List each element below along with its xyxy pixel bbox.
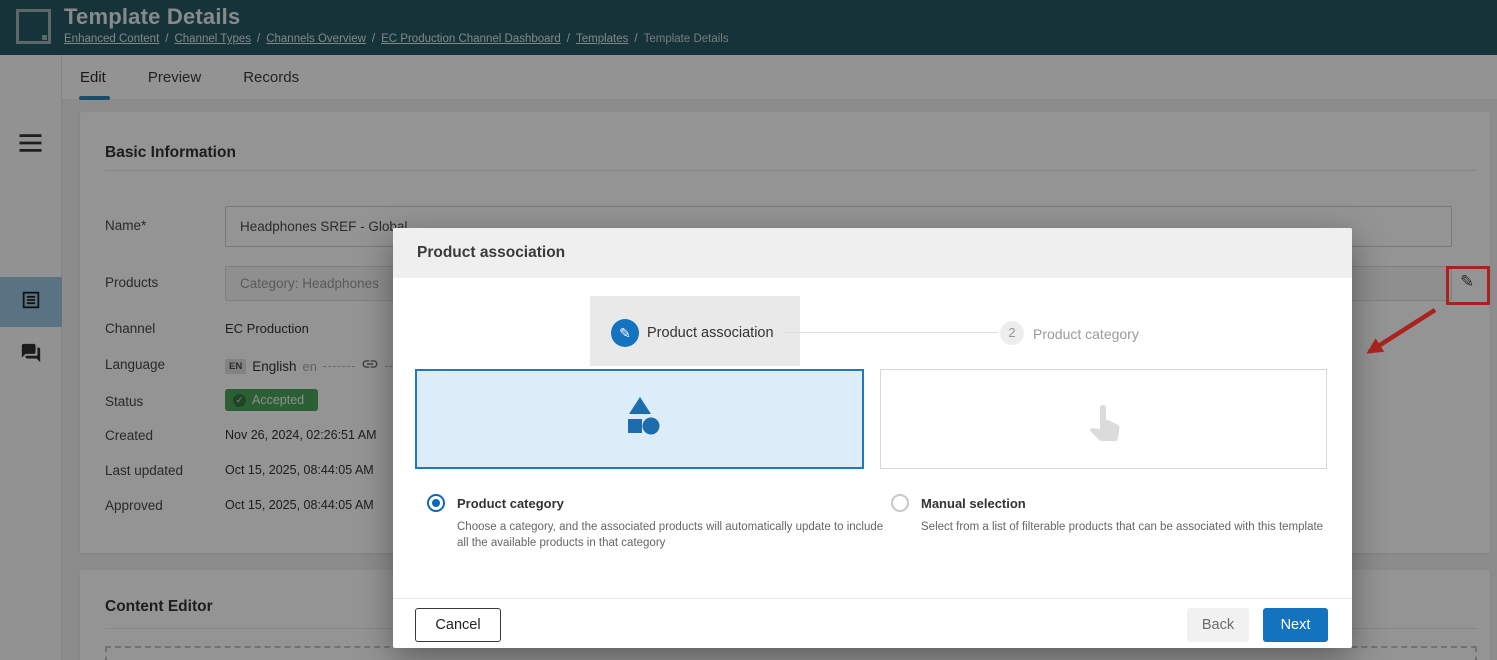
annotation-highlight-box — [1446, 266, 1490, 305]
step1-pencil-icon: ✎ — [611, 319, 639, 347]
app-root: Template Details Enhanced Content/Channe… — [0, 0, 1497, 660]
modal-title: Product association — [417, 244, 565, 262]
hand-pointer-icon — [1080, 393, 1128, 446]
product-category-radio-label[interactable]: Product category — [457, 496, 564, 511]
back-button[interactable]: Back — [1187, 608, 1249, 642]
manual-selection-card[interactable] — [880, 369, 1327, 469]
manual-selection-radio-label[interactable]: Manual selection — [921, 496, 1026, 511]
modal-header: Product association — [393, 228, 1352, 278]
next-button[interactable]: Next — [1263, 608, 1328, 642]
cancel-button[interactable]: Cancel — [415, 608, 501, 642]
category-shapes-icon — [616, 394, 664, 445]
product-category-radio[interactable] — [427, 494, 445, 512]
step1-label: Product association — [647, 325, 774, 341]
product-association-modal: Product association ✎ Product associatio… — [393, 228, 1352, 648]
modal-footer: Cancel Back Next — [393, 598, 1352, 648]
step2-number: 2 — [1000, 321, 1024, 345]
product-category-description: Choose a category, and the associated pr… — [457, 520, 885, 551]
step2-label: Product category — [1033, 326, 1139, 342]
step-connector-line — [785, 332, 998, 333]
manual-selection-description: Select from a list of filterable product… — [921, 520, 1349, 536]
annotation-arrow — [1352, 298, 1447, 368]
manual-selection-radio[interactable] — [891, 494, 909, 512]
product-category-card[interactable] — [415, 369, 864, 469]
